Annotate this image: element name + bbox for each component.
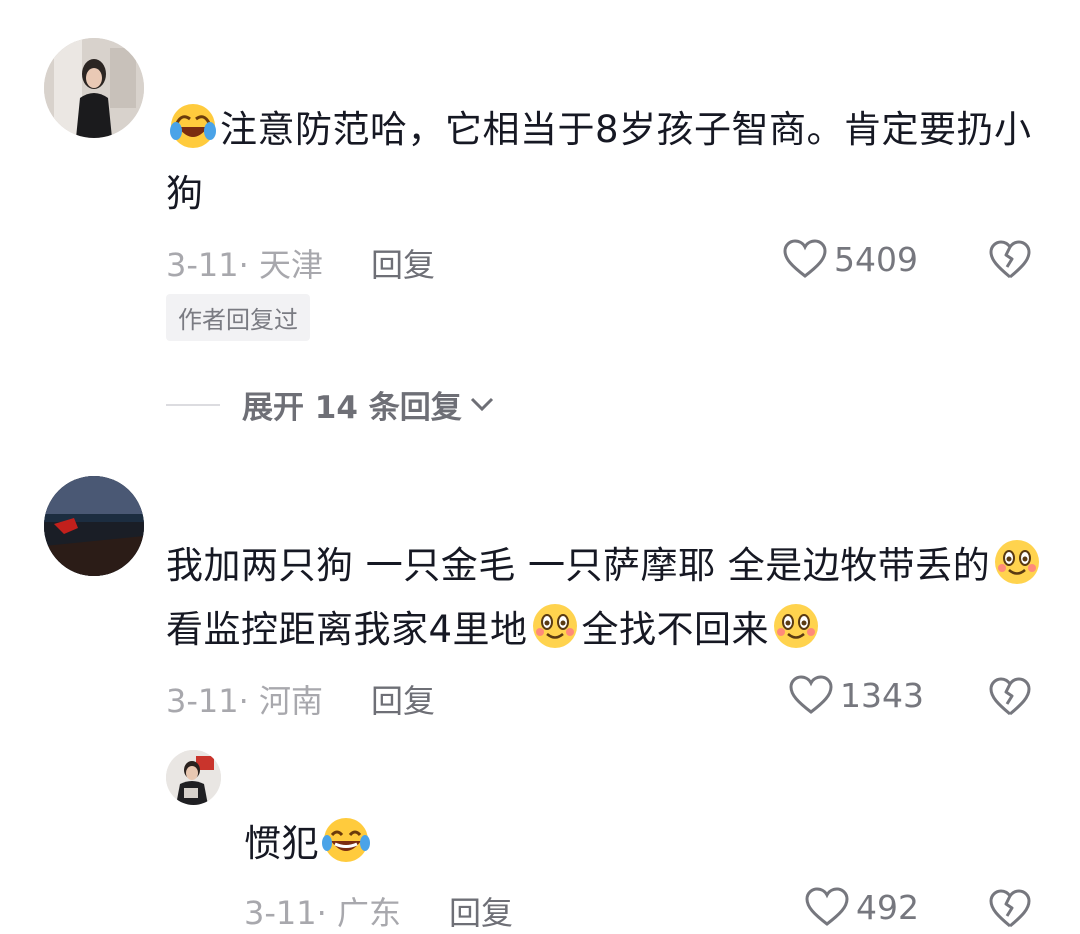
comment-2-meta: 3-11· 河南 回复 [166,676,435,722]
divider-line [166,403,220,406]
reply-avatar[interactable] [166,750,221,805]
comment-2-dislike-button[interactable] [988,676,1032,722]
comment-2-avatar[interactable] [44,476,144,576]
chevron-down-icon [470,397,493,411]
reply-dislike-button[interactable] [988,888,1032,934]
laughing-tears-emoji-icon [322,818,370,862]
laughing-tears-emoji-icon [170,104,216,148]
comment-2-text: 我加两只狗 一只金毛 一只萨摩耶 全是边牧带丢的 看监控距离我家4里地 全找不回来 [166,534,1046,662]
comment-2-date-location: 3-11· 河南 [166,682,323,720]
comment-1-text: 注意防范哈，它相当于8岁孩子智商。肯定要扔小狗 [166,98,1046,226]
broken-heart-icon [989,889,1031,928]
comment-1-like-count: 5409 [834,239,918,279]
comment-2-reply-button[interactable]: 回复 [371,682,435,720]
reply-text: 惯犯 [244,812,844,876]
smile-emoji-icon [532,604,577,648]
comment-1-reply-button[interactable]: 回复 [371,246,435,284]
comment-1-like-button[interactable]: 5409 [782,238,918,280]
author-replied-tag: 作者回复过 [166,294,310,341]
reply-date-location: 3-11· 广东 [244,894,401,932]
comment-1-meta: 3-11· 天津 回复 [166,240,435,286]
reply-meta: 3-11· 广东 回复 [244,888,513,934]
reply-like-count: 492 [856,887,919,927]
smile-emoji-icon [995,540,1040,584]
heart-outline-icon [783,239,827,278]
comment-1-date-location: 3-11· 天津 [166,246,323,284]
smile-emoji-icon [774,604,819,648]
comment-2-like-button[interactable]: 1343 [788,674,924,716]
reply-reply-button[interactable]: 回复 [449,894,513,932]
comment-1-dislike-button[interactable] [988,239,1032,285]
comment-2-like-count: 1343 [840,675,924,715]
broken-heart-icon [989,240,1031,279]
comment-1-avatar[interactable] [44,38,144,138]
broken-heart-icon [989,677,1031,716]
expand-replies-button[interactable]: 展开 14 条回复 [166,382,496,427]
expand-replies-label: 展开 14 条回复 [242,390,462,426]
heart-outline-icon [789,675,833,714]
